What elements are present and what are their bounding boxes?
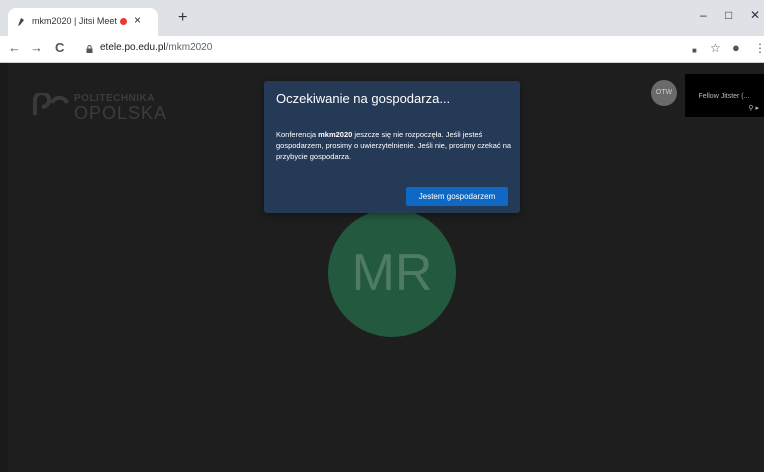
avatar-initials: MR xyxy=(351,244,433,302)
local-avatar[interactable]: OTW xyxy=(651,80,677,106)
recording-indicator-icon xyxy=(120,18,127,25)
dialog-message-prefix: Konferencja xyxy=(276,130,319,139)
thumbnail-name: Fellow Jitster (... xyxy=(698,93,750,100)
browser-tab[interactable]: mkm2020 | Jitsi Meet × xyxy=(8,8,158,36)
new-tab-button[interactable]: + xyxy=(178,10,187,26)
url-host: etele.po.edu.pl xyxy=(100,42,166,53)
tab-close-button[interactable]: × xyxy=(134,13,141,27)
bookmark-star-icon[interactable]: ☆ xyxy=(710,41,721,55)
dialog-title: Oczekiwanie na gospodarza... xyxy=(276,91,451,106)
tab-title: mkm2020 | Jitsi Meet xyxy=(32,16,117,26)
account-icon[interactable]: ● xyxy=(732,41,740,55)
thumbnail-status-icons: ⚲ ▸ xyxy=(748,105,759,112)
participant-thumbnail[interactable]: Fellow Jitster (... ⚲ ▸ xyxy=(685,74,764,117)
maximize-button[interactable]: □ xyxy=(725,8,732,22)
politechnika-logo-icon xyxy=(33,93,69,115)
participant-avatar-large: MR xyxy=(328,209,456,337)
logo-text-bottom: OPOLSKA xyxy=(74,103,168,123)
lock-icon xyxy=(86,45,93,53)
i-am-host-button[interactable]: Jestem gospodarzem xyxy=(406,187,508,206)
local-avatar-initials: OTW xyxy=(655,89,673,96)
browser-menu-icon[interactable]: ⋮ xyxy=(754,41,764,55)
waiting-for-host-dialog: Oczekiwanie na gospodarza... Konferencja… xyxy=(264,81,520,213)
reload-button[interactable]: C xyxy=(55,41,64,55)
browser-tabstrip: mkm2020 | Jitsi Meet × + – □ ✕ xyxy=(0,0,764,36)
address-bar[interactable]: etele.po.edu.pl/mkm2020 xyxy=(100,42,212,53)
dialog-message: Konferencja mkm2020 jeszcze się nie rozp… xyxy=(276,129,512,162)
url-path: /mkm2020 xyxy=(165,42,213,53)
close-window-button[interactable]: ✕ xyxy=(750,8,760,22)
minimize-button[interactable]: – xyxy=(700,8,707,22)
browser-toolbar: ← → C etele.po.edu.pl/mkm2020 ■ ☆ ● ⋮ xyxy=(0,36,764,63)
back-button[interactable]: ← xyxy=(8,41,21,55)
camera-icon[interactable]: ■ xyxy=(692,44,697,58)
dialog-room-name: mkm2020 xyxy=(318,130,353,139)
forward-button[interactable]: → xyxy=(30,41,43,55)
jitsi-favicon-icon xyxy=(18,18,24,26)
